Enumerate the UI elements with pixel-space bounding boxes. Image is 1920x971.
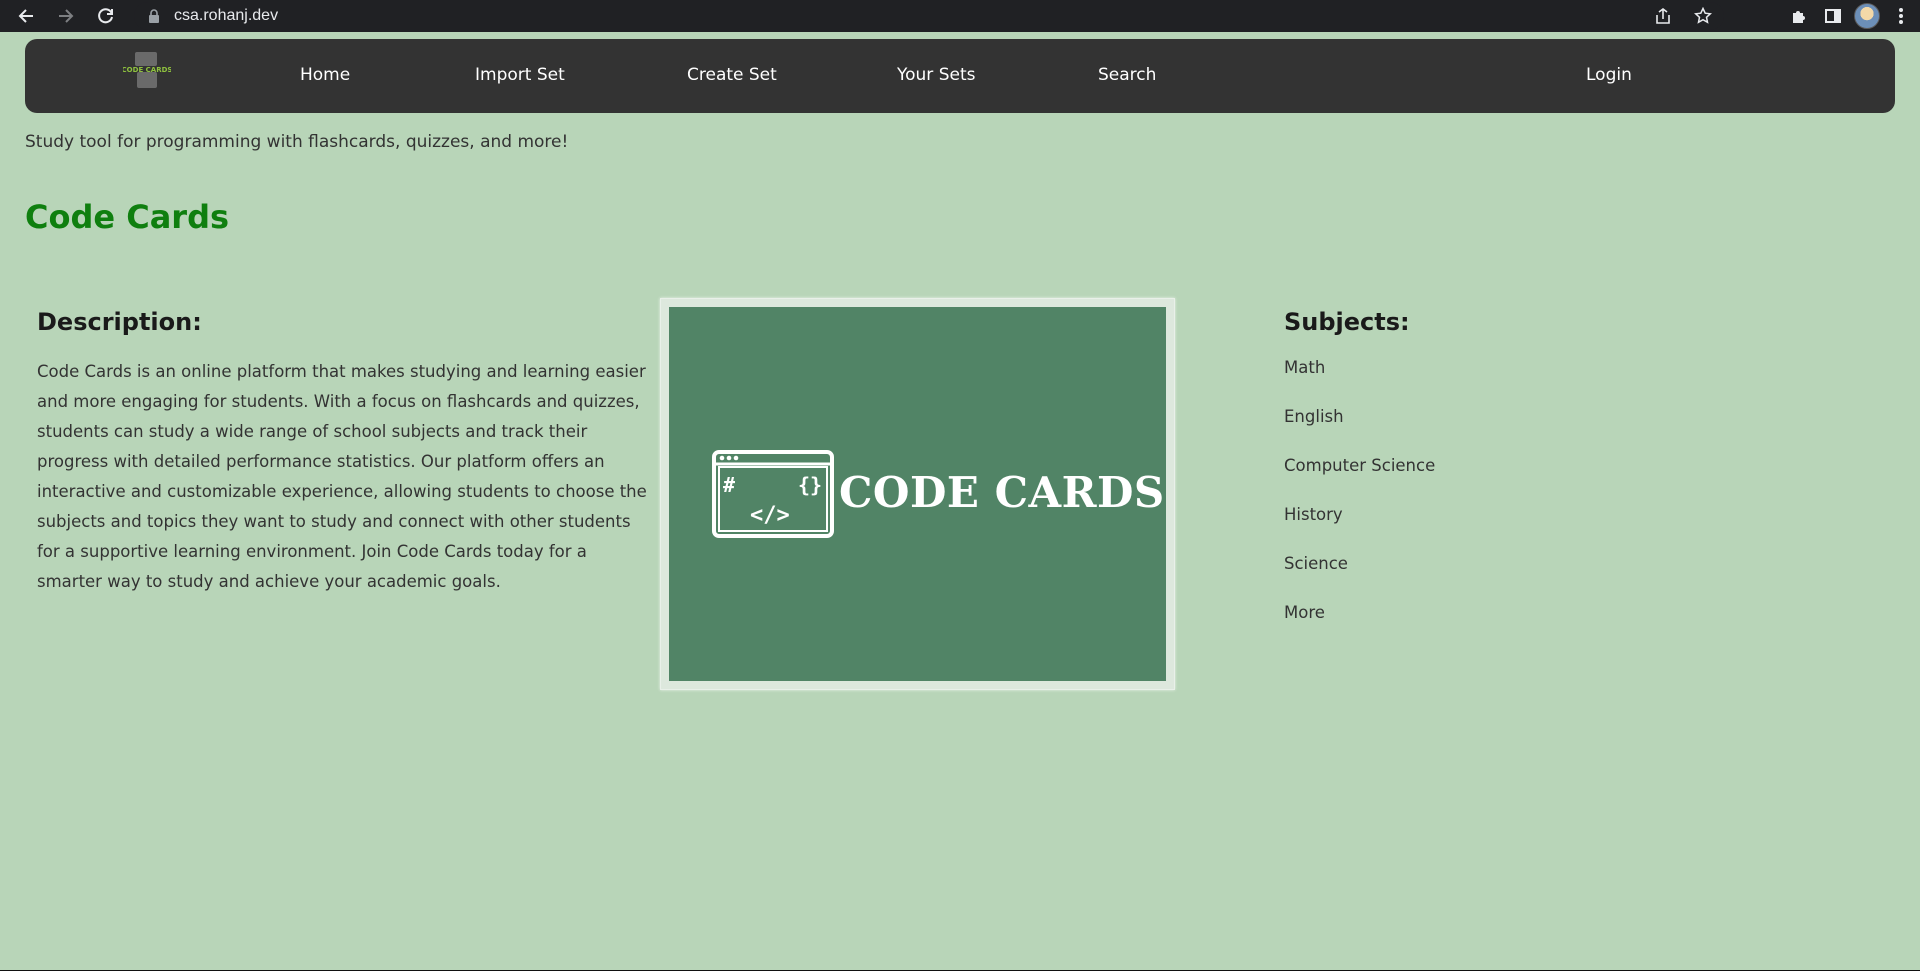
svg-text:{}: {} (798, 473, 822, 497)
nav-login[interactable]: Login (1586, 65, 1632, 85)
share-icon[interactable] (1650, 3, 1676, 29)
nav-your-sets[interactable]: Your Sets (897, 65, 975, 85)
subject-item-history[interactable]: History (1284, 505, 1435, 554)
subjects-heading: Subjects: (1284, 308, 1410, 336)
extensions-icon[interactable] (1786, 3, 1812, 29)
nav-create-set[interactable]: Create Set (687, 65, 777, 85)
address-bar[interactable]: csa.rohanj.dev (134, 2, 1724, 30)
tagline: Study tool for programming with flashcar… (25, 132, 569, 152)
svg-text:#: # (723, 473, 735, 497)
banner-title: CODE CARDS (839, 468, 1165, 517)
nav-search[interactable]: Search (1098, 65, 1156, 85)
svg-text:</>: </> (750, 503, 790, 528)
subjects-list: Math English Computer Science History Sc… (1284, 358, 1435, 652)
code-window-icon: # {} </> (712, 450, 834, 538)
svg-text:CODE CARDS: CODE CARDS (123, 66, 171, 74)
nav-home[interactable]: Home (300, 65, 350, 85)
star-icon[interactable] (1690, 3, 1716, 29)
code-cards-logo[interactable]: CODE CARDS (122, 52, 172, 94)
nav-import-set[interactable]: Import Set (475, 65, 565, 85)
lock-icon[interactable] (148, 9, 166, 23)
subject-item-math[interactable]: Math (1284, 358, 1435, 407)
page-title: Code Cards (25, 198, 230, 236)
menu-icon[interactable] (1888, 3, 1914, 29)
logo-cards-icon: CODE CARDS (122, 52, 172, 88)
url-text[interactable]: csa.rohanj.dev (174, 7, 278, 25)
reload-icon[interactable] (86, 0, 126, 32)
description-text: Code Cards is an online platform that ma… (37, 362, 647, 591)
forward-icon[interactable] (46, 0, 86, 32)
subject-item-computer-science[interactable]: Computer Science (1284, 456, 1435, 505)
site-navbar: CODE CARDS Home Import Set Create Set Yo… (25, 39, 1895, 113)
back-icon[interactable] (6, 0, 46, 32)
banner-image: # {} </> CODE CARDS (660, 298, 1175, 690)
description-heading: Description: (37, 308, 202, 336)
browser-toolbar: csa.rohanj.dev (0, 0, 1920, 32)
subject-item-science[interactable]: Science (1284, 554, 1435, 603)
profile-avatar[interactable] (1854, 3, 1880, 29)
banner-background: # {} </> CODE CARDS (669, 307, 1166, 681)
subject-item-more[interactable]: More (1284, 603, 1435, 652)
subject-item-english[interactable]: English (1284, 407, 1435, 456)
side-panel-icon[interactable] (1820, 3, 1846, 29)
